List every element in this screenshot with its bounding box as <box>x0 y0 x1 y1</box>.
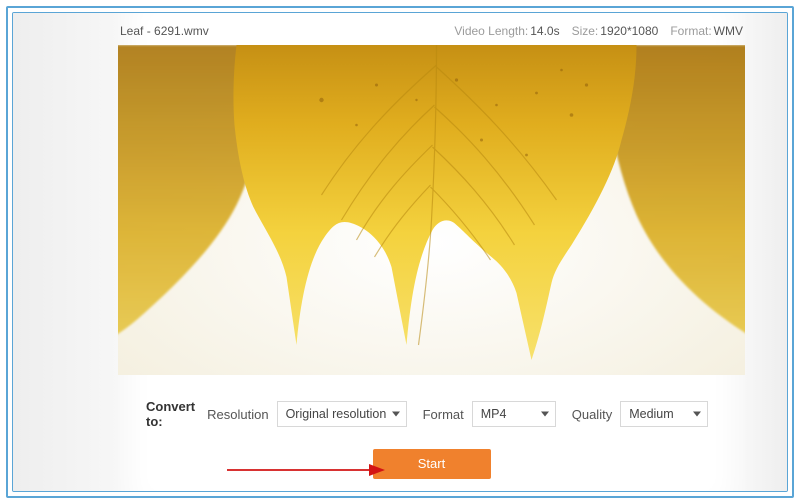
bg-shade <box>13 13 118 491</box>
resolution-select[interactable]: Original resolution <box>277 401 407 427</box>
video-length-label: Video Length: <box>454 24 528 38</box>
file-name: Leaf - 6291.wmv <box>120 24 209 38</box>
format-label: Format: <box>670 24 711 38</box>
bg-shade <box>745 13 787 491</box>
video-preview <box>118 45 745 375</box>
format-select[interactable]: MP4 <box>472 401 556 427</box>
convert-controls: Convert to: Resolution Original resoluti… <box>118 399 745 429</box>
resolution-value: Original resolution <box>286 407 387 421</box>
output-format-label: Format <box>423 407 464 422</box>
inner-frame: Leaf - 6291.wmv Video Length: 14.0s Size… <box>12 12 788 492</box>
quality-select-value: Medium <box>629 407 673 421</box>
converter-panel: Leaf - 6291.wmv Video Length: 14.0s Size… <box>118 13 745 491</box>
video-length-value: 14.0s <box>530 24 559 38</box>
chevron-down-icon <box>541 412 549 417</box>
format-select-value: MP4 <box>481 407 507 421</box>
convert-to-label: Convert to: <box>146 399 195 429</box>
size-label: Size: <box>572 24 599 38</box>
size-value: 1920*1080 <box>600 24 658 38</box>
start-button[interactable]: Start <box>373 449 491 479</box>
chevron-down-icon <box>392 412 400 417</box>
leaf-thumbnail <box>118 45 745 375</box>
resolution-label: Resolution <box>207 407 268 422</box>
format-value: WMV <box>714 24 743 38</box>
quality-select[interactable]: Medium <box>620 401 708 427</box>
chevron-down-icon <box>693 412 701 417</box>
file-meta-bar: Leaf - 6291.wmv Video Length: 14.0s Size… <box>118 17 745 45</box>
quality-label: Quality <box>572 407 612 422</box>
